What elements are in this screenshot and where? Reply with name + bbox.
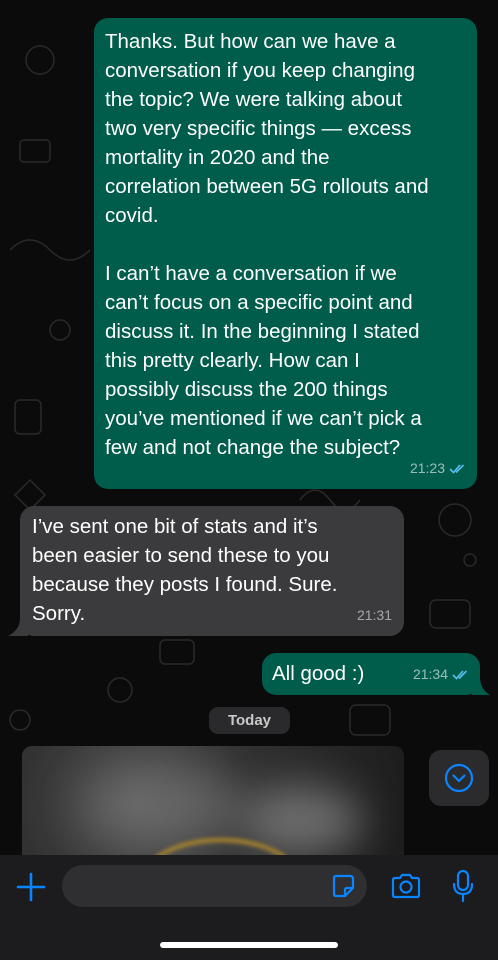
message-text: Thanks. But how can we have a conversati… bbox=[105, 30, 429, 459]
message-bubble-incoming[interactable]: I’ve sent one bit of stats and it’s been… bbox=[20, 506, 404, 636]
scroll-to-bottom-button[interactable] bbox=[429, 750, 489, 806]
message-input-pill bbox=[62, 865, 367, 909]
microphone-icon[interactable] bbox=[451, 869, 475, 903]
message-bubble-outgoing[interactable]: All good :) 21:34 bbox=[262, 653, 480, 695]
message-meta: 21:34 bbox=[413, 660, 470, 689]
message-time: 21:34 bbox=[412, 666, 448, 682]
plus-icon[interactable] bbox=[14, 870, 48, 904]
message-meta: 21:31 bbox=[357, 601, 392, 630]
camera-icon[interactable] bbox=[390, 871, 422, 901]
sticker-icon[interactable] bbox=[330, 873, 356, 899]
message-text: I’ve sent one bit of stats and it’s been… bbox=[32, 515, 338, 625]
message-time: 21:23 bbox=[409, 460, 445, 476]
message-bubble-outgoing[interactable]: Thanks. But how can we have a conversati… bbox=[94, 18, 477, 489]
bubble-tail-icon bbox=[8, 618, 28, 636]
message-time: 21:31 bbox=[356, 607, 392, 623]
double-check-icon bbox=[449, 463, 465, 474]
message-input[interactable] bbox=[74, 865, 328, 909]
chevron-down-circle-icon bbox=[444, 763, 474, 793]
message-meta: 21:23 bbox=[410, 454, 467, 483]
date-separator: Today bbox=[209, 707, 290, 734]
double-check-icon bbox=[452, 669, 468, 680]
message-text: All good :) bbox=[272, 662, 365, 685]
bubble-tail-icon bbox=[472, 677, 490, 695]
home-indicator bbox=[160, 942, 338, 948]
